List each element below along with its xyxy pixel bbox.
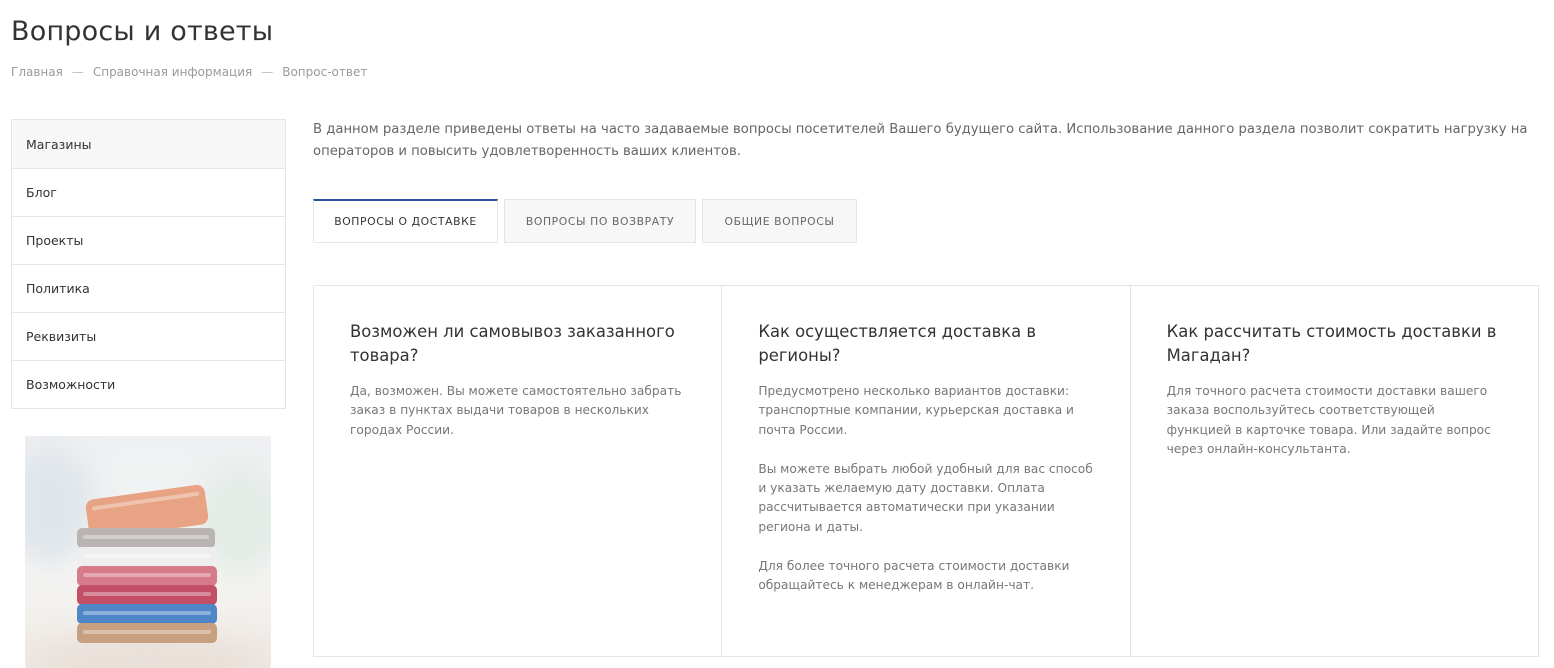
breadcrumb-separator: —	[261, 65, 274, 79]
page-title: Вопросы и ответы	[11, 16, 274, 47]
sidebar-item-policy[interactable]: Политика	[12, 264, 285, 312]
faq-tabs: Вопросы о доставке Вопросы по возврату О…	[313, 199, 857, 243]
faq-answer: Да, возможен. Вы можете самостоятельно з…	[350, 384, 682, 437]
tab-general-questions[interactable]: Общие вопросы	[702, 199, 857, 243]
breadcrumb: Главная — Справочная информация — Вопрос…	[11, 65, 367, 79]
faq-answer: Для более точного расчета стоимости дост…	[758, 559, 1070, 593]
sidebar-item-features[interactable]: Возможности	[12, 360, 285, 408]
faq-cards: Возможен ли самовывоз заказанного товара…	[313, 285, 1539, 657]
faq-card: Как осуществляется доставка в регионы? П…	[721, 286, 1129, 656]
intro-text: В данном разделе приведены ответы на час…	[313, 122, 1528, 159]
faq-question: Как осуществляется доставка в регионы?	[758, 322, 1037, 365]
breadcrumb-reference-info[interactable]: Справочная информация	[93, 65, 252, 79]
breadcrumb-separator: —	[71, 65, 84, 79]
tab-delivery-questions[interactable]: Вопросы о доставке	[313, 199, 498, 243]
breadcrumb-current: Вопрос-ответ	[282, 65, 368, 79]
sidebar-menu: Магазины Блог Проекты Политика Реквизиты…	[11, 119, 286, 409]
sidebar-item-stores[interactable]: Магазины	[12, 120, 285, 168]
sidebar-item-requisites[interactable]: Реквизиты	[12, 312, 285, 360]
tab-return-questions[interactable]: Вопросы по возврату	[504, 199, 696, 243]
faq-question: Как рассчитать стоимость доставки в Мага…	[1166, 322, 1497, 365]
faq-answer: Предусмотрено несколько вариантов достав…	[758, 384, 1074, 437]
faq-card: Как рассчитать стоимость доставки в Мага…	[1129, 286, 1538, 656]
sidebar-item-blog[interactable]: Блог	[12, 168, 285, 216]
breadcrumb-home[interactable]: Главная	[11, 65, 63, 79]
sidebar-item-projects[interactable]: Проекты	[12, 216, 285, 264]
faq-answer: Вы можете выбрать любой удобный для вас …	[758, 461, 1093, 534]
faq-answer: Для точного расчета стоимости доставки в…	[1166, 384, 1491, 456]
faq-card: Возможен ли самовывоз заказанного товара…	[314, 286, 721, 656]
promo-banner-image[interactable]	[25, 436, 271, 668]
faq-question: Возможен ли самовывоз заказанного товара…	[350, 322, 675, 365]
